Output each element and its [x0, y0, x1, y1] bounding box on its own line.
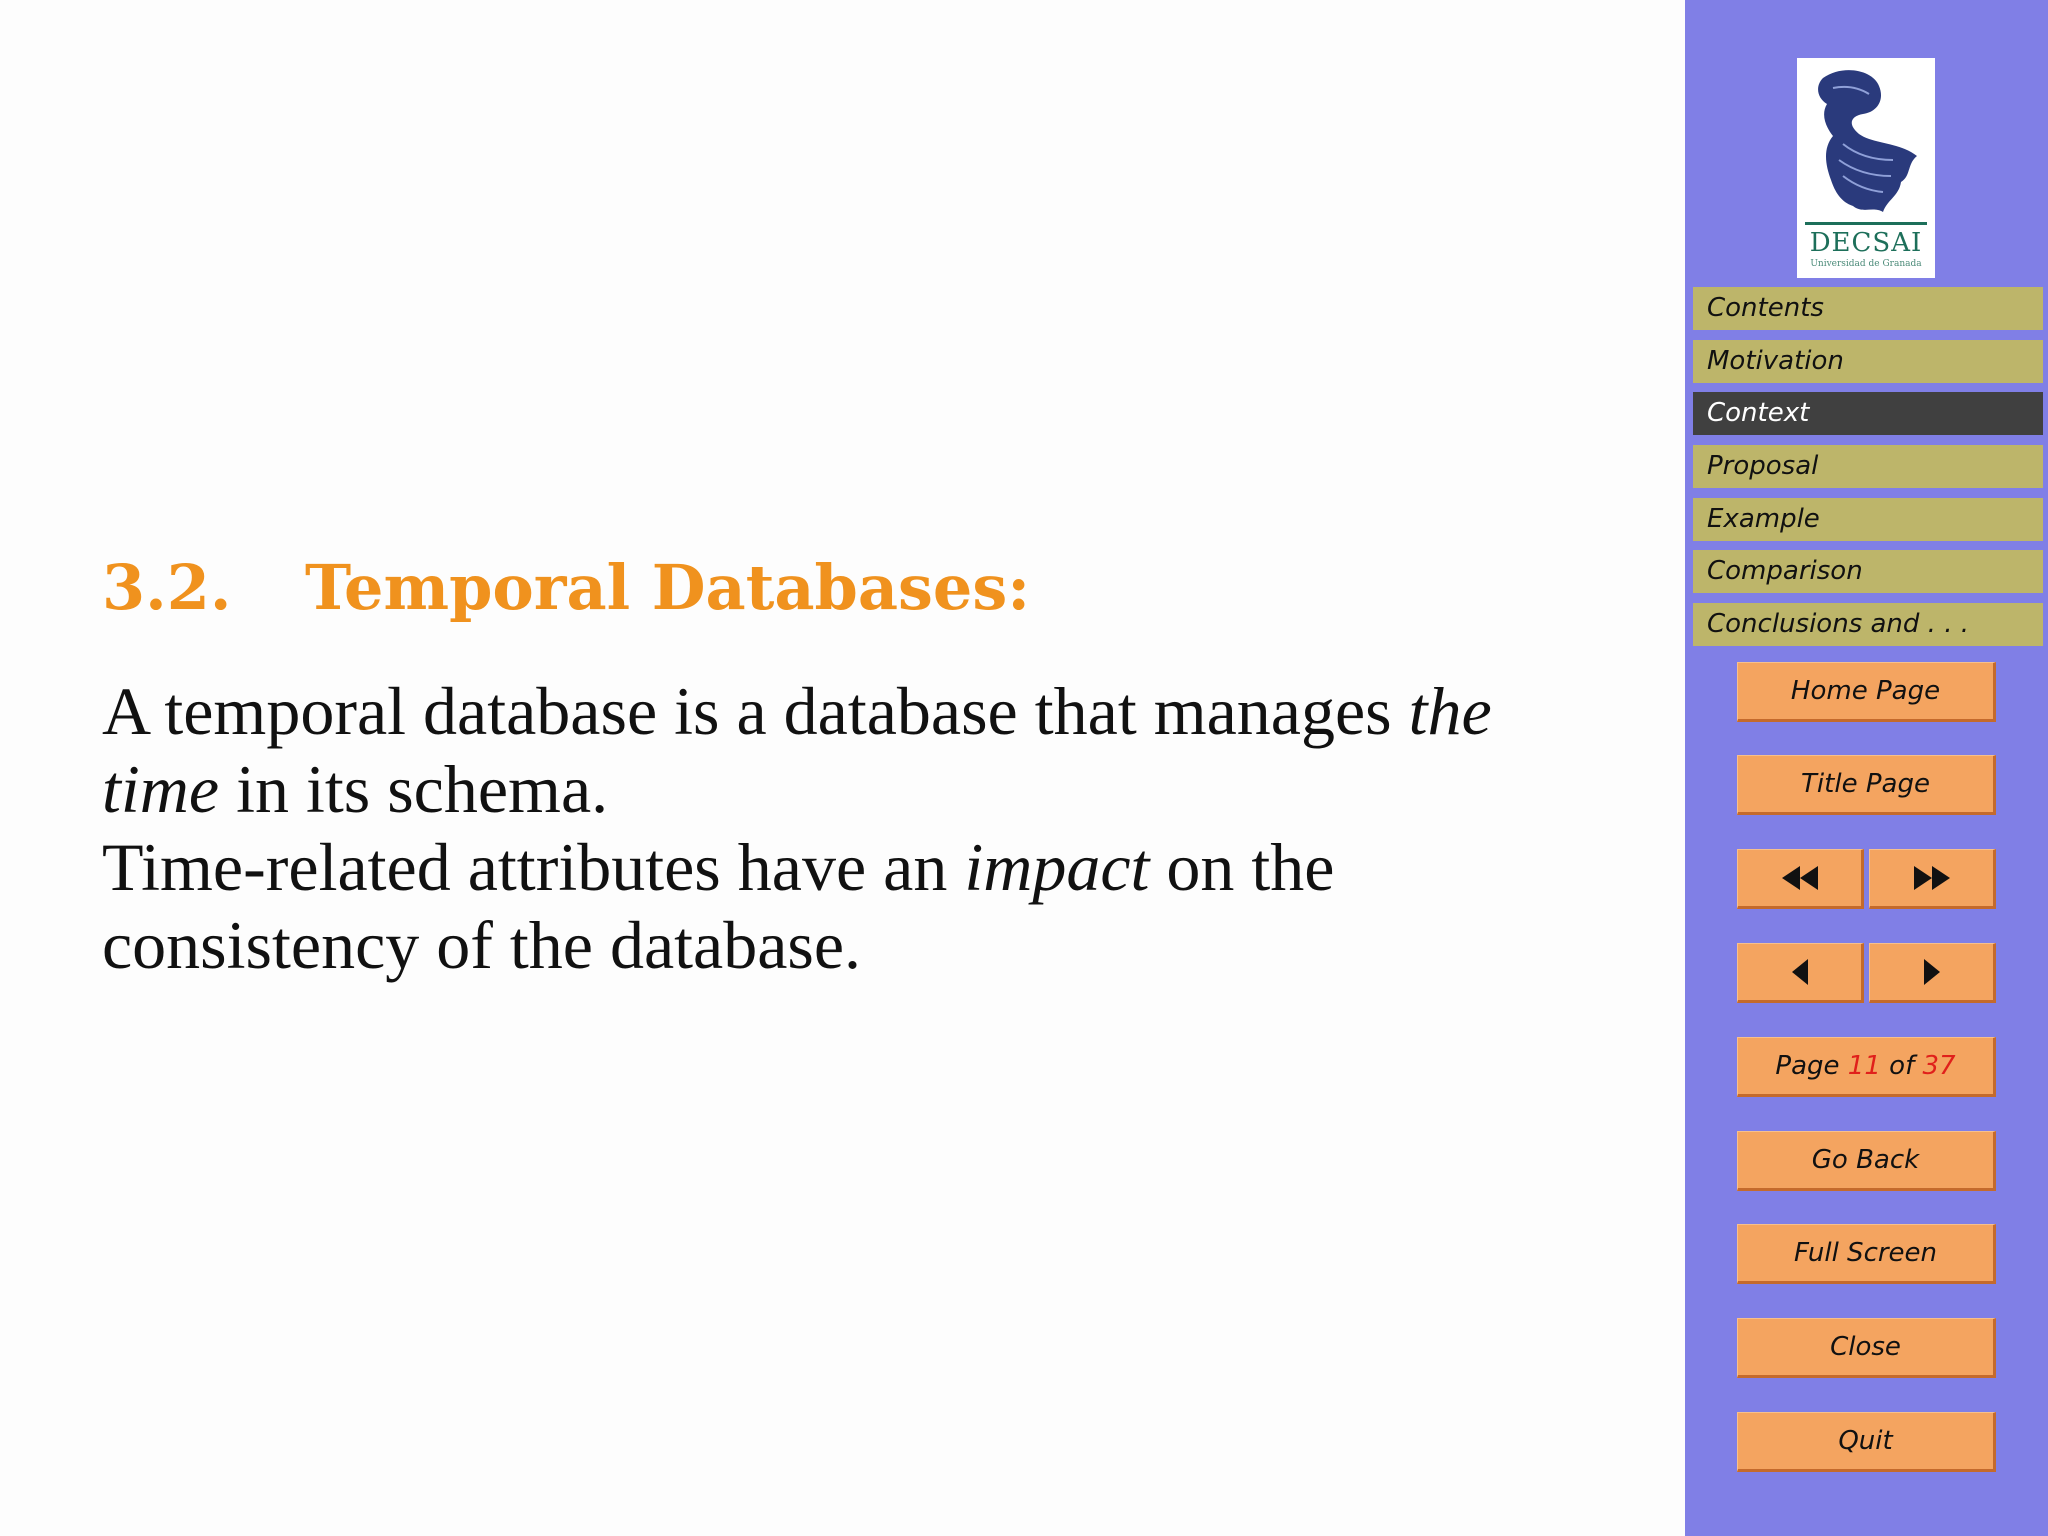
title-page-button[interactable]: Title Page — [1737, 755, 1996, 815]
total-pages-number: 37 — [1922, 1051, 1956, 1081]
page-indicator-button[interactable]: Page 11 of 37 — [1737, 1037, 1996, 1097]
emphasis: impact — [964, 829, 1150, 905]
section-number: 3.2. — [102, 551, 232, 624]
logo-subtitle: Universidad de Granada — [1810, 259, 1922, 269]
next-icon — [1923, 959, 1940, 985]
current-page-number: 11 — [1847, 1051, 1881, 1081]
paragraph-1: A temporal database is a database that m… — [102, 672, 1562, 828]
paragraph-2: Time-related attributes have an impact o… — [102, 828, 1562, 984]
previous-page-button[interactable] — [1737, 943, 1864, 1003]
logo-rule — [1805, 222, 1927, 225]
fast-backward-icon — [1781, 866, 1818, 890]
nav-item-context[interactable]: Context — [1693, 392, 2043, 435]
last-page-button[interactable] — [1869, 849, 1996, 909]
next-page-button[interactable] — [1869, 943, 1996, 1003]
full-screen-button[interactable]: Full Screen — [1737, 1224, 1996, 1284]
decsai-logo: DECSAI Universidad de Granada — [1797, 58, 1935, 278]
logo-emblem-icon — [1818, 70, 1917, 212]
slide-content: 3.2. Temporal Databases: A temporal datab… — [0, 0, 1685, 1536]
text-run: in its schema. — [219, 751, 609, 827]
page-prefix: Page — [1775, 1051, 1840, 1081]
go-back-button[interactable]: Go Back — [1737, 1131, 1996, 1191]
first-page-button[interactable] — [1737, 849, 1864, 909]
logo-name: DECSAI — [1809, 228, 1923, 258]
home-page-button[interactable]: Home Page — [1737, 662, 1996, 722]
body-text: A temporal database is a database that m… — [102, 672, 1562, 984]
previous-icon — [1791, 959, 1808, 985]
navigation-sidebar: DECSAI Universidad de Granada Contents M… — [1685, 0, 2048, 1536]
fast-forward-icon — [1913, 866, 1950, 890]
section-title: Temporal Databases: — [305, 551, 1031, 624]
close-button[interactable]: Close — [1737, 1318, 1996, 1378]
nav-item-contents[interactable]: Contents — [1693, 287, 2043, 330]
text-run: Time-related attributes have an — [102, 829, 965, 905]
nav-item-motivation[interactable]: Motivation — [1693, 340, 2043, 383]
nav-item-conclusions[interactable]: Conclusions and . . . — [1693, 603, 2043, 646]
text-run: A temporal database is a database that m… — [102, 673, 1409, 749]
page-of: of — [1889, 1051, 1915, 1081]
section-heading: 3.2. Temporal Databases: — [102, 548, 1030, 628]
quit-button[interactable]: Quit — [1737, 1412, 1996, 1472]
nav-item-proposal[interactable]: Proposal — [1693, 445, 2043, 488]
nav-item-comparison[interactable]: Comparison — [1693, 550, 2043, 593]
nav-item-example[interactable]: Example — [1693, 498, 2043, 541]
